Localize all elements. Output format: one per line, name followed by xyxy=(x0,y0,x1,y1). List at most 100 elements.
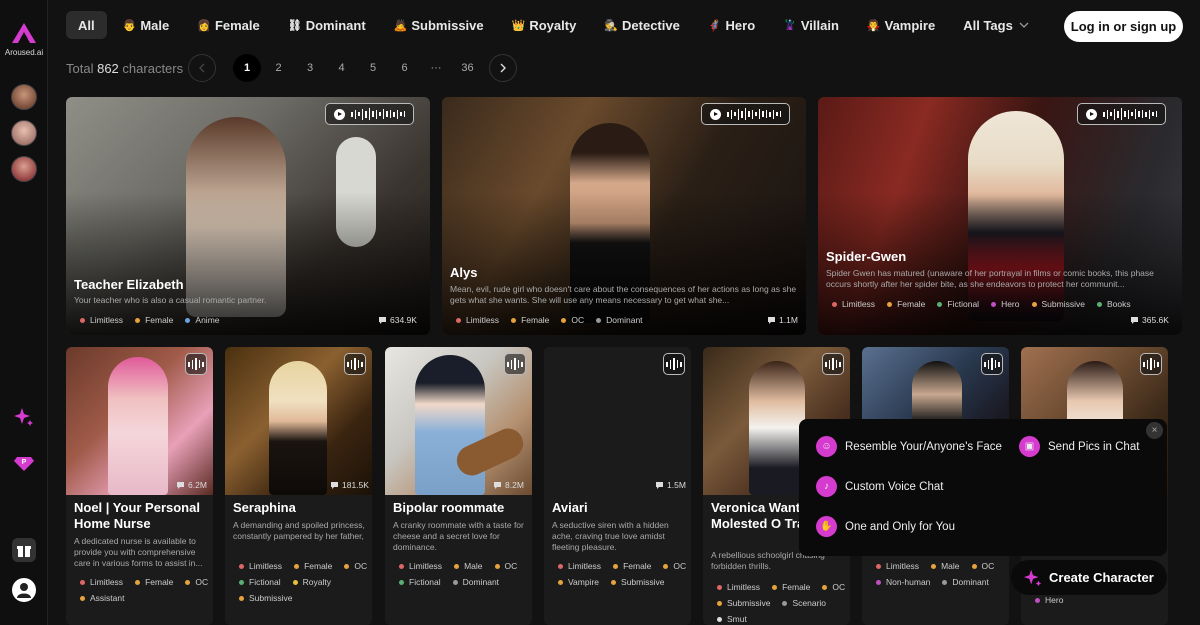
character-card[interactable]: 6.2M Noel | Your Personal Home Nurse A d… xyxy=(66,347,213,625)
all-tags-dropdown[interactable]: All Tags xyxy=(951,11,1041,39)
chat-count-value: 8.2M xyxy=(505,480,524,490)
character-name: Aviari xyxy=(552,500,588,515)
tag-chip: Fictional xyxy=(399,577,441,587)
recent-chat-avatar[interactable] xyxy=(11,84,37,110)
waveform-icon xyxy=(507,358,523,370)
feature-unique: ✋ One and Only for You xyxy=(816,516,955,537)
character-name: Seraphina xyxy=(233,500,296,515)
tag-chip: Smut xyxy=(717,614,747,624)
voice-preview-button[interactable] xyxy=(981,353,1003,375)
chat-count: 8.2M xyxy=(493,480,524,490)
voice-icon: ♪ xyxy=(816,476,837,497)
character-name: Alys xyxy=(450,265,478,280)
character-card[interactable]: 8.2M Bipolar roommate A cranky roommate … xyxy=(385,347,532,625)
chat-count: 1.5M xyxy=(655,480,686,490)
next-page-button[interactable] xyxy=(489,54,517,82)
feature-voice: ♪ Custom Voice Chat xyxy=(816,476,943,497)
chat-count-value: 181.5K xyxy=(342,480,369,490)
create-character-label: Create Character xyxy=(1049,570,1154,585)
svg-text:P: P xyxy=(22,459,27,466)
voice-preview-button[interactable] xyxy=(344,353,366,375)
tag-filter-bar: All 👨 Male 👩 Female ⛓ Dominant 🙇 Submissive … xyxy=(66,11,1041,39)
tag-chip: Submissive xyxy=(611,577,664,587)
featured-character-card[interactable]: Spider-Gwen Spider Gwen has matured (una… xyxy=(818,97,1182,335)
voice-preview-button[interactable] xyxy=(325,103,414,125)
tag-chip: OC xyxy=(822,582,845,592)
character-name: Noel | Your Personal Home Nurse xyxy=(74,500,200,531)
logo[interactable]: Aroused.ai xyxy=(3,22,45,57)
tag-label: Detective xyxy=(622,17,680,33)
chevron-right-icon xyxy=(500,63,506,73)
featured-character-card[interactable]: Teacher Elizabeth Your teacher who is al… xyxy=(66,97,430,335)
page-button[interactable]: 5 xyxy=(359,54,387,82)
character-description: Mean, evil, rude girl who doesn't care a… xyxy=(450,284,797,305)
feature-pics: ▣ Send Pics in Chat xyxy=(1019,436,1139,457)
tag-label: All xyxy=(78,17,95,33)
play-icon xyxy=(710,108,721,120)
chat-count-value: 1.5M xyxy=(667,480,686,490)
sparkle-icon[interactable] xyxy=(12,405,36,429)
close-icon[interactable]: × xyxy=(1146,422,1163,439)
voice-preview-button[interactable] xyxy=(504,353,526,375)
chat-count-value: 6.2M xyxy=(188,480,207,490)
page-button[interactable]: 6 xyxy=(391,54,419,82)
sidebar: Aroused.ai P xyxy=(0,0,48,625)
tag-label: Villain xyxy=(800,17,839,33)
bowing-icon: 🙇 xyxy=(393,19,408,32)
feature-label: Custom Voice Chat xyxy=(845,480,944,493)
tag-chip: Books xyxy=(1097,299,1131,309)
tag-submissive[interactable]: 🙇 Submissive xyxy=(382,11,496,39)
page-button[interactable]: 2 xyxy=(265,54,293,82)
page-button[interactable]: 4 xyxy=(328,54,356,82)
crown-icon: 👑 xyxy=(511,19,526,32)
total-characters: Total 862 characters xyxy=(66,61,184,76)
character-card[interactable]: 1.5M Aviari A seductive siren with a hid… xyxy=(544,347,691,625)
voice-preview-button[interactable] xyxy=(663,353,685,375)
tag-vampire[interactable]: 🧛 Vampire xyxy=(855,11,947,39)
tag-chip: Assistant xyxy=(80,593,125,603)
female-icon: 👩 xyxy=(197,19,211,32)
create-character-button[interactable]: Create Character xyxy=(1011,560,1167,595)
voice-preview-button[interactable] xyxy=(1077,103,1166,125)
recent-chat-avatar[interactable] xyxy=(11,156,37,182)
waveform-icon xyxy=(1103,108,1157,120)
login-button[interactable]: Log in or sign up xyxy=(1064,11,1183,42)
page-button[interactable]: 3 xyxy=(296,54,324,82)
page-button[interactable]: 36 xyxy=(454,54,482,82)
character-tags: Limitless Male OC Fictional Dominant xyxy=(399,561,529,587)
featured-character-card[interactable]: Alys Mean, evil, rude girl who doesn't c… xyxy=(442,97,806,335)
chevron-left-icon xyxy=(199,63,205,73)
total-count: 862 xyxy=(97,61,119,76)
tag-label: Vampire xyxy=(884,17,936,33)
gift-icon[interactable] xyxy=(12,538,36,562)
voice-preview-button[interactable] xyxy=(1140,353,1162,375)
user-avatar-icon[interactable] xyxy=(12,578,36,602)
tag-male[interactable]: 👨 Male xyxy=(111,11,182,39)
tag-chip: Female xyxy=(887,299,925,309)
tag-female[interactable]: 👩 Female xyxy=(185,11,272,39)
premium-gem-icon[interactable]: P xyxy=(12,450,36,474)
tag-hero[interactable]: 🦸 Hero xyxy=(696,11,767,39)
recent-chat-avatar[interactable] xyxy=(11,120,37,146)
character-description: Spider Gwen has matured (unaware of her … xyxy=(826,268,1154,289)
character-description: A demanding and spoiled princess, consta… xyxy=(233,520,365,541)
page-button[interactable]: 1 xyxy=(233,54,261,82)
character-tags: Limitless Female OC Dominant xyxy=(456,315,736,325)
chat-bubble-icon xyxy=(494,481,501,489)
tag-royalty[interactable]: 👑 Royalty xyxy=(500,11,589,39)
character-tags: Limitless Female OC Vampire Submissive xyxy=(558,561,688,587)
tag-detective[interactable]: 🕵 Detective xyxy=(592,11,692,39)
voice-preview-button[interactable] xyxy=(701,103,790,125)
tag-dominant[interactable]: ⛓ Dominant xyxy=(276,11,378,39)
character-card[interactable]: 181.5K Seraphina A demanding and spoiled… xyxy=(225,347,372,625)
tag-villain[interactable]: 🦹 Villain xyxy=(771,11,851,39)
character-tags: Limitless Female OC Submissive Scenario … xyxy=(717,582,847,624)
voice-preview-button[interactable] xyxy=(185,353,207,375)
voice-preview-button[interactable] xyxy=(822,353,844,375)
character-tags: Limitless Female Anime xyxy=(80,315,360,325)
prev-page-button[interactable] xyxy=(188,54,216,82)
chat-bubble-icon xyxy=(1131,316,1138,324)
character-description: Your teacher who is also a casual romant… xyxy=(74,295,267,305)
tag-all[interactable]: All xyxy=(66,11,107,39)
chat-count-value: 634.9K xyxy=(390,315,417,325)
